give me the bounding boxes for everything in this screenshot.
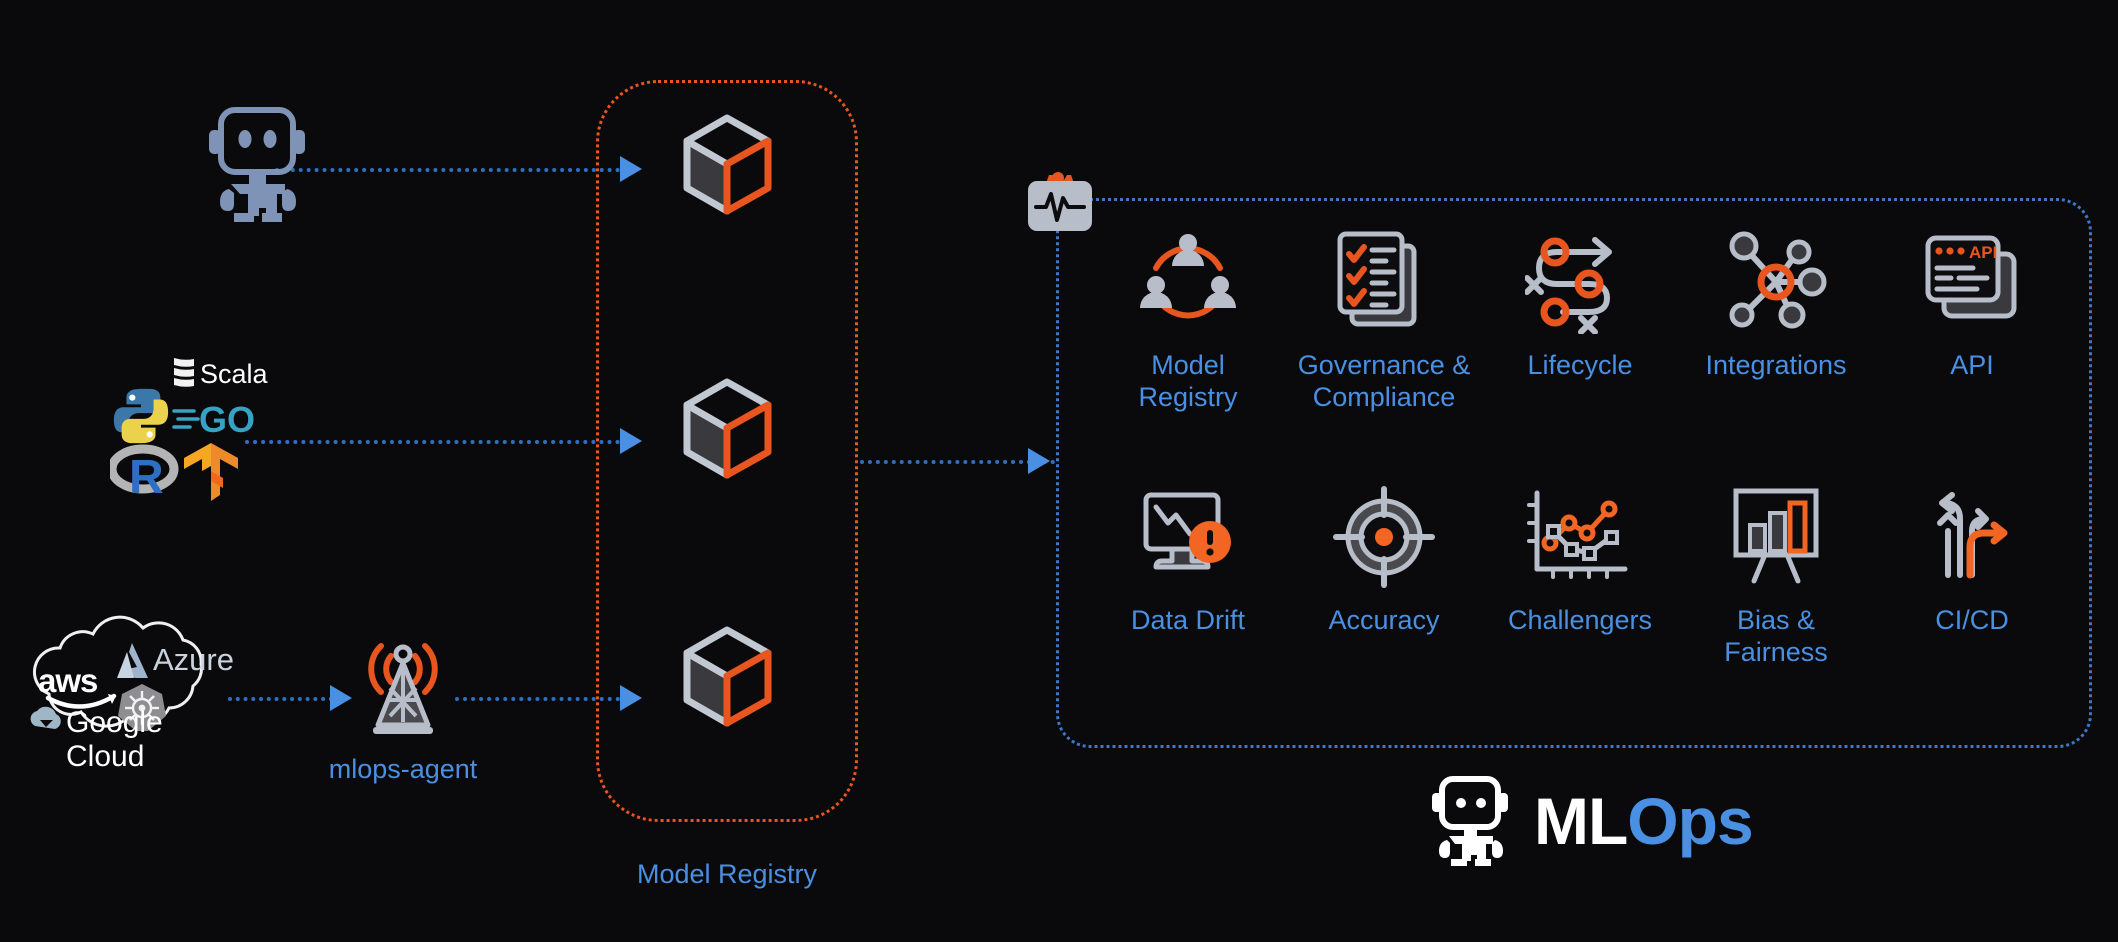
mlops-item-bias-fairness[interactable]: Bias & Fairness — [1678, 477, 1874, 732]
mlops-item-label: Bias & Fairness — [1724, 605, 1828, 667]
google-cloud-label: Google Cloud — [66, 706, 163, 773]
azure-label: Azure — [153, 642, 234, 677]
r-label: R — [129, 451, 164, 501]
mlops-item-label: Governance & Compliance — [1297, 350, 1471, 412]
google-cloud-mark-icon — [30, 706, 61, 729]
monitor-alert-icon — [1143, 492, 1231, 570]
brand-ops: Ops — [1627, 784, 1753, 858]
registry-cube-2 — [665, 372, 790, 497]
api-window-icon: API — [1925, 235, 2017, 319]
mlops-items-grid: Model Registry Governance & Compliance L… — [1090, 222, 2070, 732]
go-logo-icon: GO — [172, 399, 255, 440]
cube-icon — [683, 378, 772, 479]
hub-network-icon — [1729, 231, 1827, 329]
mlops-item-ci-cd[interactable]: CI/CD — [1874, 477, 2070, 732]
broadcast-tower-icon — [368, 643, 438, 734]
arrowhead-mlops — [1028, 448, 1050, 474]
mlops-agent-label: mlops-agent — [328, 754, 478, 784]
mlops-item-label: CI/CD — [1935, 605, 2009, 635]
api-badge-text: API — [1969, 243, 1997, 262]
azure-logo-icon — [117, 643, 148, 678]
serpentine-path-icon — [1525, 237, 1612, 334]
branching-arrows-icon — [1937, 492, 2008, 579]
scala-label: Scala — [200, 359, 269, 389]
target-crosshair-icon — [1333, 486, 1435, 588]
diagram-canvas: Scala GO R aws Azure Google Cloud mlops-… — [0, 0, 2118, 942]
robot-icon — [1432, 776, 1508, 866]
checklist-documents-icon — [1337, 231, 1417, 327]
source-robot-agent — [203, 105, 313, 235]
registry-cube-3 — [665, 620, 790, 745]
pulse-monitor-icon — [1028, 172, 1092, 231]
connector-robot-to-registry — [275, 168, 620, 172]
mlops-item-model-registry[interactable]: Model Registry — [1090, 222, 1286, 477]
mlops-item-governance-compliance[interactable]: Governance & Compliance — [1286, 222, 1482, 477]
brand-text: MLOps — [1534, 783, 1754, 859]
mlops-item-lifecycle[interactable]: Lifecycle — [1482, 222, 1678, 477]
mlops-agent-node: mlops-agent — [329, 630, 488, 786]
cube-icon — [683, 626, 772, 727]
python-logo-icon — [113, 388, 169, 444]
r-logo-icon: R — [110, 444, 179, 501]
mlops-item-label: Challengers — [1507, 605, 1653, 635]
mlops-brand: MLOps — [1430, 775, 1754, 867]
mlops-item-label: Accuracy — [1328, 605, 1440, 635]
mlops-item-label: Lifecycle — [1527, 350, 1633, 380]
model-registry-label: Model Registry — [636, 859, 818, 889]
users-network-icon — [1140, 234, 1236, 319]
cube-icon — [683, 114, 772, 215]
tensorflow-logo-icon — [184, 443, 238, 501]
mlops-item-data-drift[interactable]: Data Drift — [1090, 477, 1286, 732]
registry-cube-1 — [665, 108, 790, 233]
go-label: GO — [199, 399, 255, 440]
source-cloud-providers: aws Azure Google Cloud — [8, 610, 248, 773]
robot-icon — [209, 107, 305, 222]
mlops-item-integrations[interactable]: Integrations — [1678, 222, 1874, 477]
mlops-item-challengers[interactable]: Challengers — [1482, 477, 1678, 732]
scala-logo-icon: Scala — [174, 358, 269, 389]
line-chart-icon — [1527, 490, 1628, 579]
monitoring-badge — [1020, 165, 1100, 250]
source-languages: Scala GO R — [110, 355, 270, 501]
mlops-item-label: Integrations — [1705, 350, 1847, 380]
mlops-item-label: API — [1950, 350, 1994, 380]
connector-languages-to-registry — [245, 440, 620, 444]
mlops-item-api[interactable]: API API — [1874, 222, 2070, 477]
mlops-item-accuracy[interactable]: Accuracy — [1286, 477, 1482, 732]
brand-ml: ML — [1534, 784, 1628, 858]
mlops-item-label: Data Drift — [1130, 605, 1246, 635]
connector-registry-to-mlops — [860, 460, 1055, 464]
bar-chart-easel-icon — [1733, 488, 1819, 584]
mlops-item-label: Model Registry — [1138, 350, 1238, 412]
